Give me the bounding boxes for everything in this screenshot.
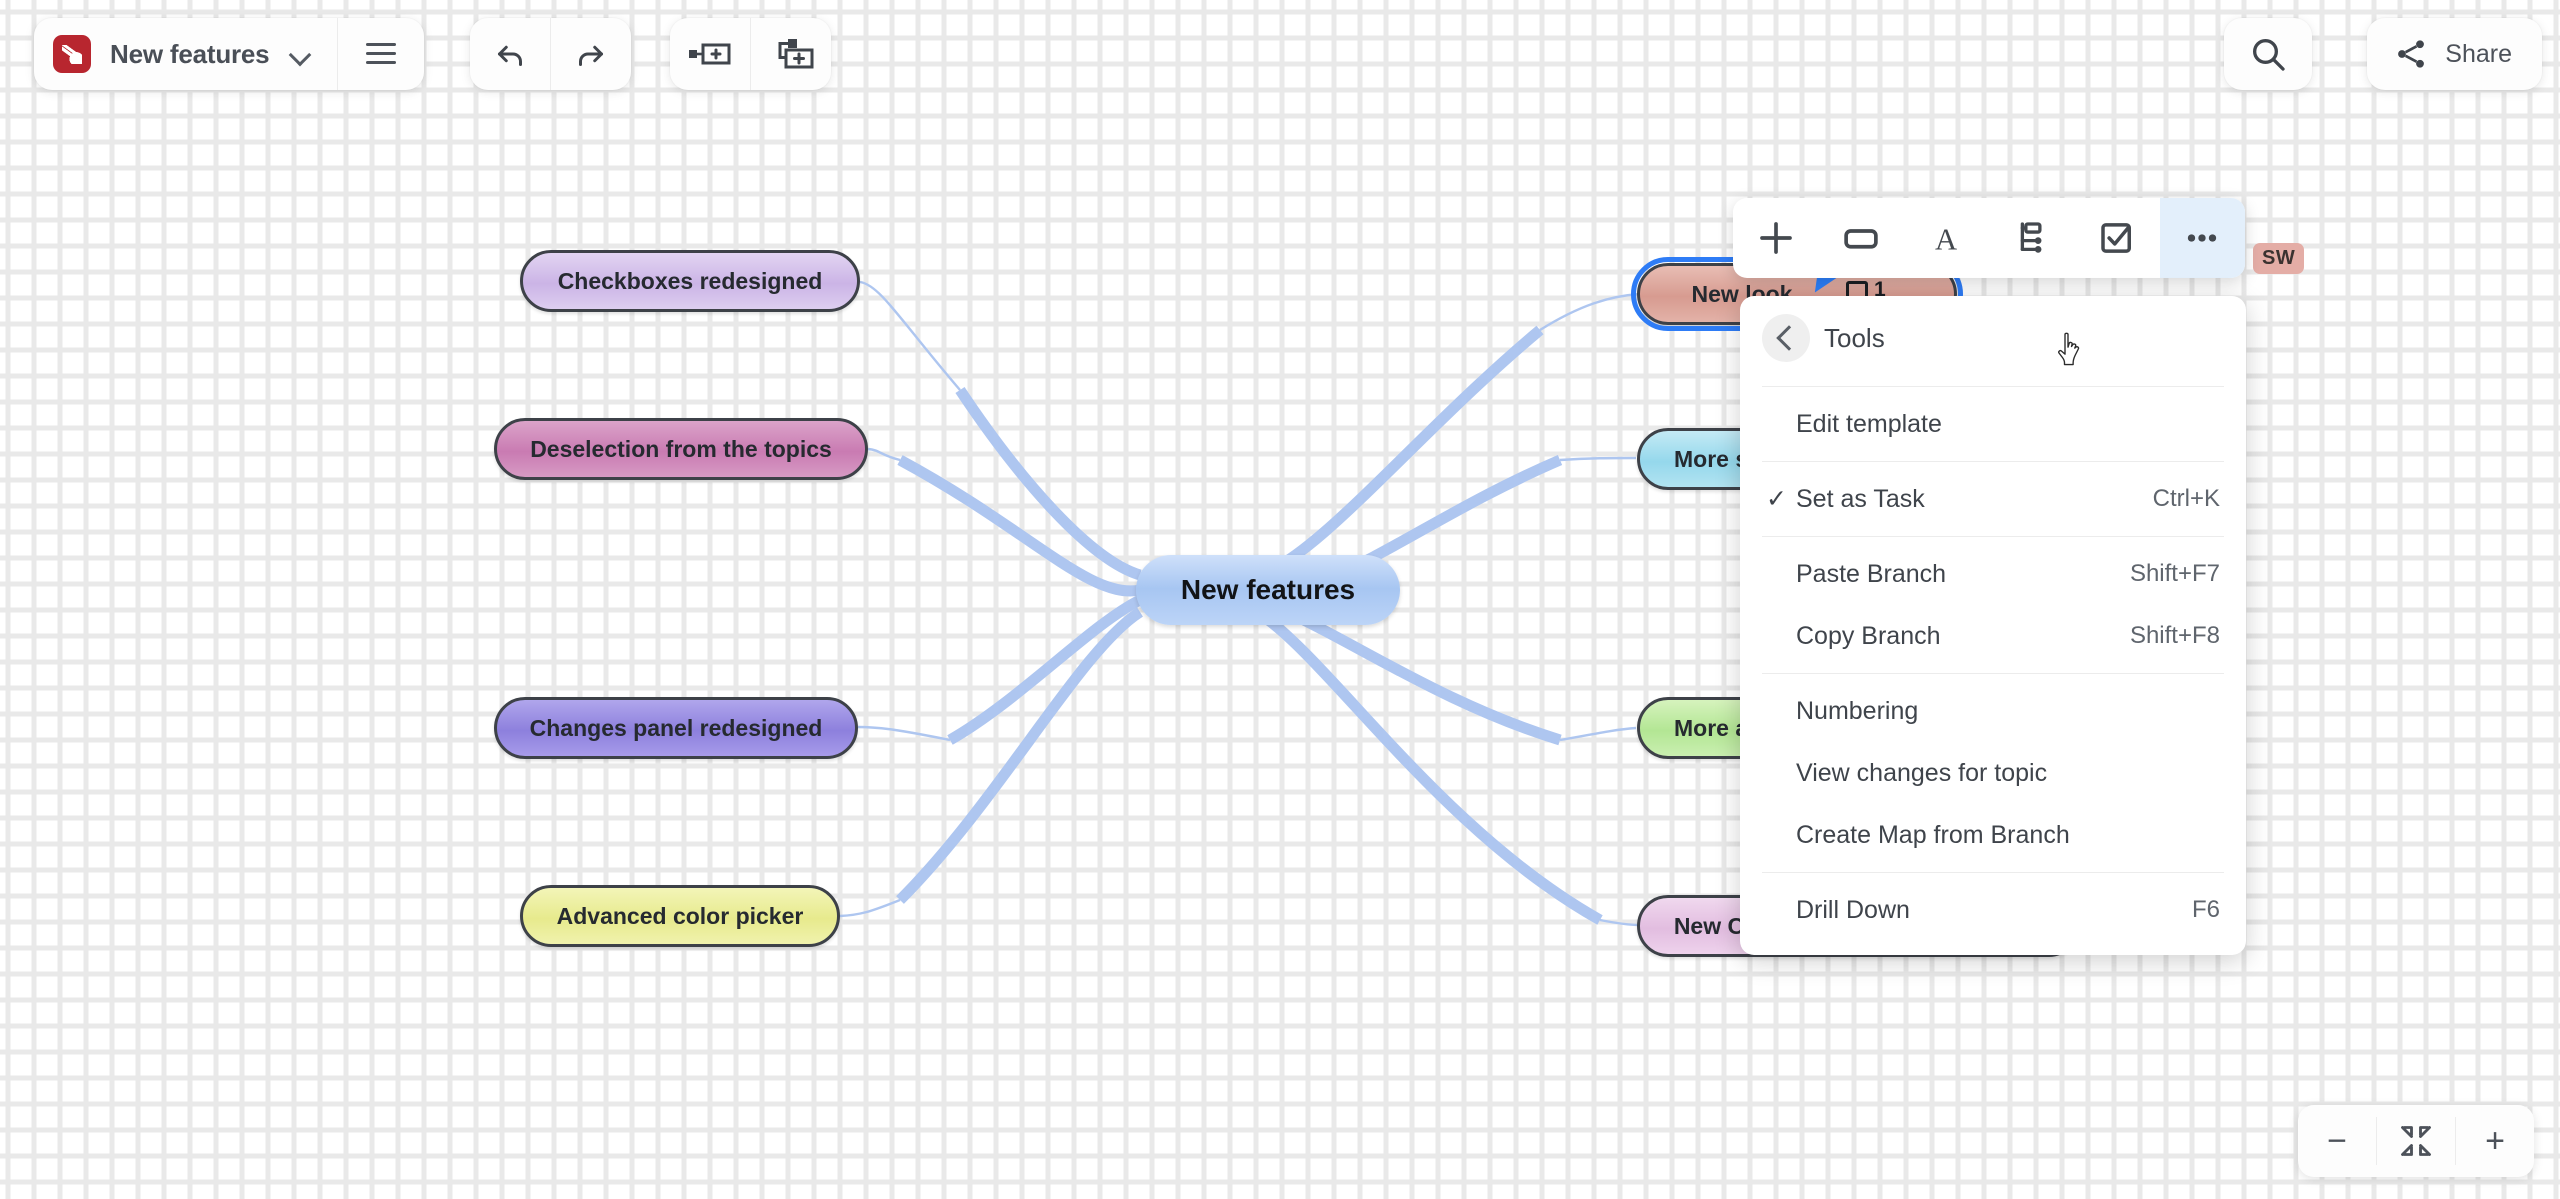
fit-to-screen-button[interactable] [2377,1105,2455,1177]
menu-item-shortcut: Shift+F7 [2129,560,2220,587]
topic-layout-button[interactable] [1989,198,2074,278]
insert-subtopic-icon [778,39,814,69]
topic-label: More a [1674,714,1749,741]
insert-subtopic-button[interactable] [751,18,831,90]
topic-layout-icon [2020,222,2042,253]
menu-divider [1762,872,2224,873]
mindmanager-logo-icon [53,35,91,73]
chevron-left-icon[interactable] [1762,314,1810,362]
menu-item-label: Numbering [1796,696,1919,725]
minus-icon: − [2327,1122,2347,1160]
more-ellipsis-icon [2188,234,2217,242]
text-format-icon: A [1935,222,1957,256]
menu-item-edit-template[interactable]: Edit template [1740,393,2246,455]
menu-item-paste-branch[interactable]: Paste Branch Shift+F7 [1740,543,2246,605]
topic-label: Checkboxes redesigned [557,267,823,294]
menu-item-create-map-from-branch[interactable]: Create Map from Branch [1740,804,2246,866]
central-topic[interactable]: New features [1136,555,1400,625]
hamburger-menu-icon [366,43,397,65]
shape-button[interactable] [1818,198,1903,278]
topic-label: Advanced color picker [556,902,804,929]
menu-item-label: Copy Branch [1796,621,1941,650]
menu-divider [1762,461,2224,462]
add-topic-button[interactable] [1733,198,1818,278]
avatar-badge[interactable]: SW [2253,243,2305,274]
topic-label: Changes panel redesigned [529,714,823,741]
page-title: New features [110,38,270,69]
topic-changes-panel-redesigned[interactable]: Changes panel redesigned [494,697,858,759]
menu-item-copy-branch[interactable]: Copy Branch Shift+F8 [1740,605,2246,667]
undo-button[interactable] [470,18,550,90]
context-menu-back-header[interactable]: Tools [1740,296,2246,380]
menu-item-label: Drill Down [1796,895,1910,924]
menu-item-shortcut: Ctrl+K [2152,485,2220,512]
redo-arrow-icon [579,45,603,66]
menu-item-label: Paste Branch [1796,559,1947,588]
search-button[interactable] [2224,18,2312,90]
menu-item-shortcut: F6 [2191,896,2220,923]
format-toolbar: A [1733,198,2245,278]
menu-item-set-as-task[interactable]: ✓ Set as Task Ctrl+K [1740,468,2246,530]
share-button[interactable]: Share [2367,18,2542,90]
share-label: Share [2445,39,2512,68]
context-menu-title: Tools [1824,322,1885,353]
hamburger-menu-button[interactable] [338,18,424,90]
topic-advanced-color-picker[interactable]: Advanced color picker [520,885,840,947]
app-logo-wrapper [34,35,110,73]
search-icon [2253,39,2285,71]
document-card: New features [34,18,425,90]
zoom-out-button[interactable]: − [2298,1105,2376,1177]
tools-context-menu: Tools Edit template ✓ Set as Task Ctrl+K … [1740,296,2246,955]
chevron-down-icon[interactable] [289,43,311,65]
topic-checkboxes-redesigned[interactable]: Checkboxes redesigned [520,250,860,312]
undo-arrow-icon [498,45,522,66]
menu-item-label: Edit template [1796,409,1942,438]
zoom-controls: − + [2298,1105,2534,1177]
history-card [470,18,631,90]
menu-item-label: Create Map from Branch [1796,820,2070,849]
check-icon: ✓ [1766,485,1787,513]
topic-deselection-from-the-topics[interactable]: Deselection from the topics [494,418,868,480]
plus-icon [1759,222,1792,254]
menu-item-numbering[interactable]: Numbering [1740,680,2246,742]
insert-topic-card [670,18,831,90]
zoom-in-button[interactable]: + [2456,1105,2534,1177]
fit-to-screen-icon [2401,1126,2431,1156]
text-format-button[interactable]: A [1904,198,1989,278]
menu-divider [1762,673,2224,674]
menu-divider [1762,536,2224,537]
menu-item-label: Set as Task [1796,484,1925,513]
checkbox-task-icon [2101,223,2131,253]
menu-item-label: View changes for topic [1796,758,2048,787]
shape-rectangle-icon [1844,229,1878,249]
share-icon [2398,40,2425,68]
plus-icon: + [2485,1122,2505,1160]
mindmap-application: New features Share New features Checkbox… [0,0,2560,1199]
insert-sibling-topic-icon [689,43,731,65]
svg-text:A: A [1935,222,1957,256]
topic-label: Deselection from the topics [530,435,832,462]
menu-item-shortcut: Shift+F8 [2129,622,2220,649]
insert-sibling-topic-button[interactable] [670,18,750,90]
task-checkbox-button[interactable] [2074,198,2159,278]
menu-item-view-changes-for-topic[interactable]: View changes for topic [1740,742,2246,804]
more-options-button[interactable] [2159,198,2245,278]
document-title-group[interactable]: New features [34,35,337,73]
redo-button[interactable] [551,18,631,90]
menu-item-drill-down[interactable]: Drill Down F6 [1740,879,2246,941]
central-topic-label: New features [1180,574,1356,605]
menu-divider [1762,386,2224,387]
